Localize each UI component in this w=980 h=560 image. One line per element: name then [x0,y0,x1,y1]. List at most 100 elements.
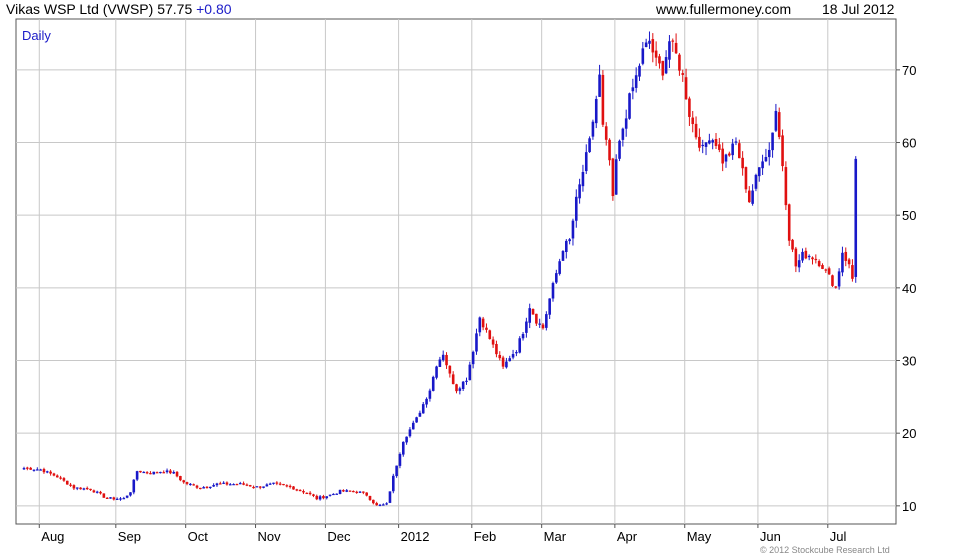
candle-body [541,324,545,329]
candle-body [584,152,588,172]
candle-body [95,491,99,493]
candle-body [36,469,39,471]
y-tick-label: 60 [902,136,916,151]
candle-body [844,251,848,261]
candle-body [558,261,561,274]
candle-body [614,159,618,195]
candle-body [222,482,225,484]
candle-body [738,143,741,159]
candle-body [468,364,472,381]
candle-body [728,153,731,156]
y-tick-label: 20 [902,426,916,441]
candle-body [372,499,375,504]
candle-body [172,472,176,474]
candle-body [658,56,661,64]
candle-body [428,390,432,399]
candle-body [362,491,365,493]
x-tick-label: Jun [760,529,781,544]
candle-body [55,475,59,478]
candle-body [674,42,678,54]
y-tick-label: 40 [902,281,916,296]
x-tick-label: Jul [830,529,847,544]
candle-body [465,380,468,382]
candle-body [608,139,611,161]
candle-body [784,167,788,206]
candle-body [794,248,798,267]
x-axis: Aug Sep Oct Nov Dec 2012 Feb Mar Apr May Jun Jul [38,524,847,544]
candle-body [272,482,275,484]
candle-body [132,479,136,493]
candle-body [747,190,751,203]
candle-body [182,480,185,483]
candle-body [445,354,448,366]
candle-body [105,497,109,499]
candle-body [574,196,578,221]
candle-body [654,50,658,58]
candle-body [332,493,335,496]
candle-body [451,374,455,385]
candle-body [708,140,711,144]
x-tick-label: Sep [118,529,141,544]
candle-body [45,471,49,473]
candle-body [475,333,478,352]
candle-body [189,483,192,486]
candle-body [115,498,119,501]
candle-body [664,57,668,74]
candle-body [591,121,595,137]
x-tick-label: May [687,529,712,544]
candle-body [501,357,505,367]
candle-body [827,268,831,275]
candle-body [408,429,412,437]
candle-body [461,381,465,389]
copyright-label: © 2012 Stockcube Research Ltd [760,545,890,555]
candle-body [175,471,179,477]
candle-body [228,484,232,486]
candle-body [275,482,279,484]
candle-body [498,354,502,359]
candle-body [298,489,302,492]
candle-body [471,351,475,365]
candle-body [641,48,645,64]
candle-body [684,77,688,100]
candle-body [535,313,538,324]
y-tick-label: 10 [902,499,916,514]
candle-body [458,388,462,391]
price-chart: 10 20 30 40 50 60 70 Aug Sep Oct Nov Dec 2012 Feb Mar… [15,18,916,544]
candle-body [415,417,418,423]
candle-body [438,359,442,367]
candle-body [621,128,625,140]
candle-body [751,190,754,204]
candle-body [704,142,708,147]
candle-body [162,472,166,474]
candle-body [698,136,701,148]
candle-body [824,269,828,271]
candle-body [179,476,182,481]
candle-body [185,482,189,484]
candle-body [195,485,199,488]
candle-body [75,487,79,489]
candle-body [787,204,791,241]
candle-body [764,157,768,162]
candle-body [52,473,56,476]
candle-body [724,154,728,162]
candle-body [435,366,438,378]
candle-body [565,240,568,252]
candle-body [648,40,651,44]
candle-body [26,467,29,469]
candle-body [292,486,295,490]
candle-body [288,485,292,488]
candle-body [165,470,169,473]
candle-body [149,473,152,475]
candle-body [508,358,512,362]
candle-body [32,469,36,471]
candle-body [215,483,219,486]
candle-body [837,271,841,287]
candle-body [505,361,508,368]
candle-body [255,486,259,488]
candle-body [238,483,242,485]
candle-body [478,317,482,333]
candle-body [209,486,212,489]
candle-body [821,265,824,269]
candle-body [322,496,325,499]
candle-body [122,498,126,500]
